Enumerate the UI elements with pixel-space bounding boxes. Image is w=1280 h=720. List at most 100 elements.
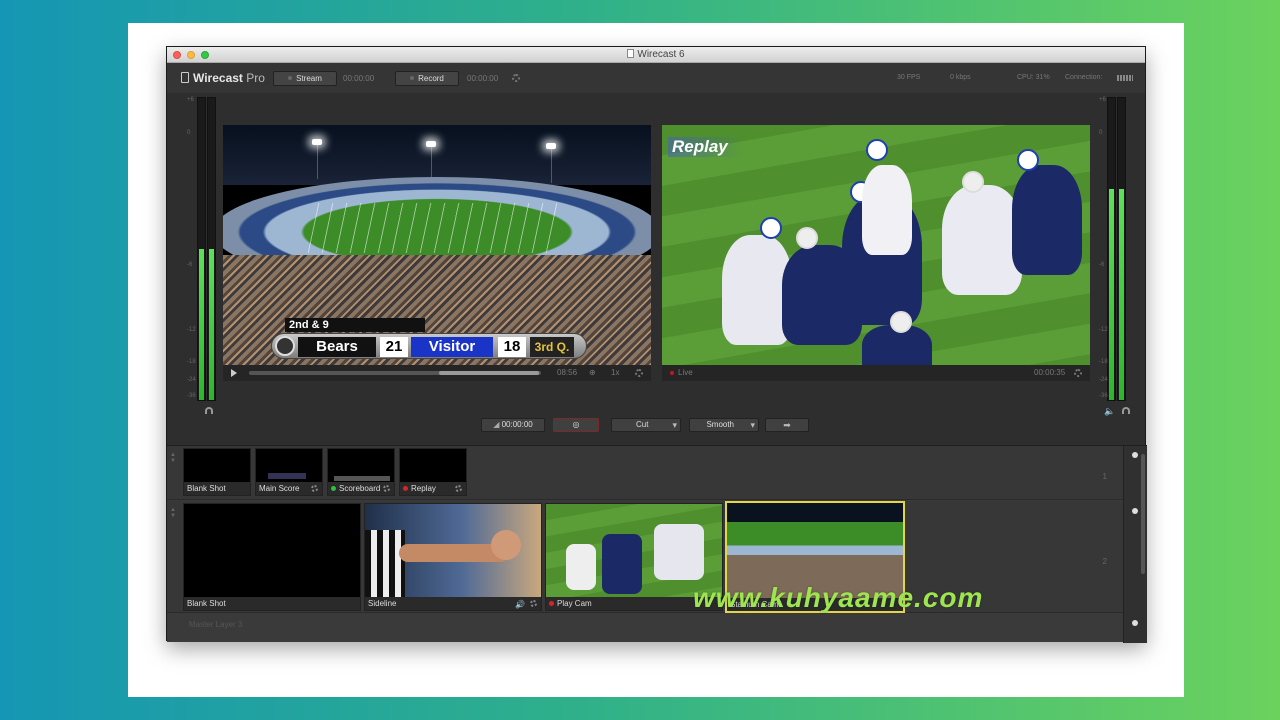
player-helmet [962,171,984,193]
shot-gear-icon[interactable] [455,485,462,492]
shot-label: Replay [411,484,436,493]
scoreboard-graphic-thumb [334,476,390,481]
layer-visibility-dot[interactable] [1132,452,1138,458]
document-icon [627,49,635,58]
layer-scroll-column[interactable] [1123,446,1147,643]
connection-readout: Connection: [1065,74,1103,81]
live-gear-icon[interactable] [1074,369,1082,377]
connection-meter-icon [1117,75,1133,81]
layer-reorder-handle-icon[interactable]: ▲ ▼ [170,507,176,519]
left-audio-meter-2 [207,97,216,401]
preview-monitor[interactable]: 2nd & 9 Bears 21 Visitor 18 3rd Q. [223,125,651,365]
shot-blank-1[interactable]: Blank Shot [183,448,251,496]
shot-layers-panel: ▲ ▼ Blank Shot Main Score Scoreboard Repl… [167,445,1147,643]
shot-label: Main Score [259,484,300,493]
vu-tick: +6 [187,97,194,103]
stream-button[interactable]: Stream [273,71,337,86]
transition-smooth-select[interactable]: Smooth ▾ [689,418,759,432]
transition-cut-select[interactable]: Cut ▾ [611,418,681,432]
field-yard-lines [307,203,569,253]
app-window: Wirecast 6 Wirecast Pro Stream 00:00:00 … [166,46,1147,643]
preview-gear-icon[interactable] [635,369,643,377]
shot-blank-2[interactable]: Blank Shot [183,503,361,611]
live-label: Live [678,368,693,377]
speaker-icon[interactable]: 🔈 [1104,406,1115,417]
vu-tick: -18 [187,359,196,365]
go-button[interactable]: ➡ [765,418,809,432]
left-meter-level [209,249,214,400]
shot-main-score[interactable]: Main Score [255,448,323,496]
replay-overlay: Replay [668,137,742,157]
preview-scrubber[interactable] [249,371,541,375]
shot-label: Blank Shot [184,597,360,610]
stadium-light [426,141,436,147]
wirecast-logo-icon [181,72,189,83]
audio-icon[interactable]: 🔊 [515,600,525,609]
vu-tick: 0 [1099,130,1103,136]
player-helmet [760,217,782,239]
playback-speed[interactable]: 1x [611,368,619,377]
output-settings-gear-icon[interactable] [512,74,520,82]
home-team-score: 21 [380,337,408,357]
logo-pro-text: Pro [246,71,265,85]
master-layer-label: Master Layer 3 [189,620,243,629]
player-figure [1012,165,1082,275]
light-pole [431,147,432,181]
app-logo: Wirecast Pro [181,71,265,85]
zoom-icon[interactable]: ⊕ [589,368,596,377]
timecode-field[interactable]: ◢ 00:00:00 [481,418,545,432]
snapshot-icon: ◎ [572,420,580,429]
bitrate-readout: 0 kbps [950,74,971,81]
live-indicator-icon [549,601,554,606]
vu-tick: -36 [1099,393,1108,399]
logo-text: Wirecast [193,71,243,85]
live-monitor[interactable]: Replay [662,125,1090,365]
title-bar: Wirecast 6 [167,47,1145,63]
preview-controls: 08:56 ⊕ 1x [223,365,651,381]
watermark-text: www.kuhyaame.com [693,582,984,613]
dropdown-arrow-icon: ▾ [672,420,677,430]
record-button[interactable]: Record [395,71,459,86]
stadium-light [546,143,556,149]
scrollbar-thumb[interactable] [1141,454,1145,574]
play-icon[interactable] [231,369,237,377]
go-arrow-icon: ➡ [783,420,791,430]
layer-reorder-handle-icon[interactable]: ▲ ▼ [170,452,176,464]
shot-thumbnail [184,449,250,482]
layer-visibility-dot[interactable] [1132,508,1138,514]
vu-tick: 0 [187,130,191,136]
shot-sideline[interactable]: Sideline 🔊 [364,503,542,611]
right-meter-level [1109,188,1114,400]
live-status-icon [670,371,674,375]
headphones-icon-right[interactable] [1122,407,1130,414]
timecode-text: 00:00:00 [501,420,533,429]
headphones-icon-left[interactable] [205,407,213,414]
shot-scoreboard[interactable]: Scoreboard [327,448,395,496]
shot-label: Play Cam [557,599,592,608]
right-audio-meter-2 [1117,97,1126,401]
shot-gear-icon[interactable] [311,485,318,492]
shot-replay[interactable]: Replay [399,448,467,496]
preview-time: 08:56 [557,368,578,377]
vu-tick: -12 [187,327,196,333]
player-figure [566,544,596,590]
vu-tick: -12 [1099,327,1108,333]
player-helmet [866,139,888,161]
player-helmet [890,311,912,333]
layer-visibility-dot[interactable] [1132,620,1138,626]
transition-cut-label: Cut [636,420,649,429]
snapshot-button[interactable]: ◎ [553,418,599,432]
scoreboard-graphic: Bears 21 Visitor 18 3rd Q. [271,333,587,359]
transition-smooth-label: Smooth [706,420,735,429]
shot-gear-icon[interactable] [383,485,390,492]
vu-tick: -24 [187,377,196,383]
referee-hand [491,530,521,560]
layer-1: ▲ ▼ Blank Shot Main Score Scoreboard Repl… [167,446,1123,500]
dropdown-arrow-icon: ▾ [750,420,755,430]
stream-timer: 00:00:00 [343,74,375,83]
window-title: Wirecast 6 [167,49,1145,60]
vu-tick: -6 [1099,262,1105,268]
shot-gear-icon[interactable] [530,600,537,607]
live-controls: Live 00:00:35 [662,365,1090,381]
record-label: Record [418,74,444,83]
